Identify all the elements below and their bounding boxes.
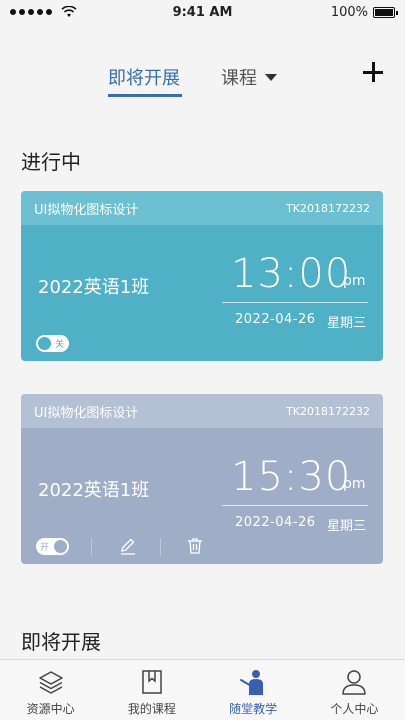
- caret-down-icon: [265, 73, 277, 81]
- tab-label: 资源中心: [26, 702, 75, 716]
- lesson-ampm: pm: [343, 273, 366, 289]
- teacher-icon: [240, 670, 264, 695]
- tab-label: 我的课程: [127, 702, 176, 716]
- delete-icon[interactable]: [185, 536, 205, 556]
- lesson-weekday: 星期三: [327, 519, 367, 534]
- toggle-label: 开: [40, 543, 50, 553]
- lesson-toggle[interactable]: 开: [36, 538, 69, 555]
- tab-upcoming[interactable]: 即将开展: [108, 64, 180, 90]
- lesson-card[interactable]: UI拟物化图标设计 TK2018172232 2022英语1班 15:30 pm…: [21, 394, 383, 564]
- tab-classroom-teaching[interactable]: 随堂教学: [203, 660, 304, 720]
- card-title: UI拟物化图标设计: [34, 405, 139, 421]
- lesson-date: 2022-04-26: [235, 515, 316, 530]
- separator: [160, 538, 161, 556]
- divider: [222, 505, 368, 506]
- toggle-label: 关: [55, 340, 65, 350]
- separator: [91, 538, 92, 556]
- layers-icon: [38, 671, 63, 694]
- add-button[interactable]: [362, 60, 386, 84]
- battery-icon: [373, 6, 398, 18]
- tab-label: 随堂教学: [229, 702, 278, 716]
- section-title-in-progress: 进行中: [21, 150, 81, 174]
- user-icon: [342, 670, 367, 695]
- card-code: TK2018172232: [286, 404, 370, 418]
- book-icon: [142, 670, 162, 694]
- status-time: 9:41 AM: [172, 4, 233, 20]
- status-bar: 9:41 AM 100%: [0, 0, 405, 24]
- lesson-time: 13:00: [231, 251, 352, 297]
- edit-icon[interactable]: [118, 536, 138, 556]
- class-name: 2022英语1班: [38, 277, 150, 298]
- lesson-weekday: 星期三: [327, 316, 367, 331]
- card-code: TK2018172232: [286, 201, 370, 215]
- toggle-knob: [38, 337, 51, 350]
- class-name: 2022英语1班: [38, 480, 150, 501]
- toggle-knob: [54, 540, 67, 553]
- top-nav: 即将开展 课程: [0, 52, 405, 100]
- battery-percent: 100%: [330, 4, 368, 20]
- tab-courses[interactable]: 课程: [221, 64, 277, 90]
- wifi-icon: [61, 6, 77, 17]
- tab-my-courses[interactable]: 我的课程: [101, 660, 202, 720]
- tab-courses-label: 课程: [221, 68, 257, 89]
- section-title-upcoming: 即将开展: [21, 630, 101, 654]
- bottom-tab-bar: 资源中心 我的课程 随堂教学 个人中心: [0, 659, 405, 720]
- lesson-toggle[interactable]: 关: [36, 335, 69, 352]
- lesson-ampm: pm: [343, 476, 366, 492]
- lesson-time: 15:30: [231, 454, 352, 500]
- tab-active-indicator: [108, 94, 182, 97]
- tab-label: 个人中心: [330, 702, 379, 716]
- lesson-date: 2022-04-26: [235, 312, 316, 327]
- card-header: UI拟物化图标设计 TK2018172232: [21, 191, 383, 225]
- tab-resource-center[interactable]: 资源中心: [0, 660, 101, 720]
- divider: [222, 302, 368, 303]
- card-title: UI拟物化图标设计: [34, 202, 139, 218]
- tab-personal-center[interactable]: 个人中心: [304, 660, 405, 720]
- signal-indicator: [10, 6, 150, 18]
- lesson-card[interactable]: UI拟物化图标设计 TK2018172232 2022英语1班 13:00 pm…: [21, 191, 383, 361]
- card-header: UI拟物化图标设计 TK2018172232: [21, 394, 383, 428]
